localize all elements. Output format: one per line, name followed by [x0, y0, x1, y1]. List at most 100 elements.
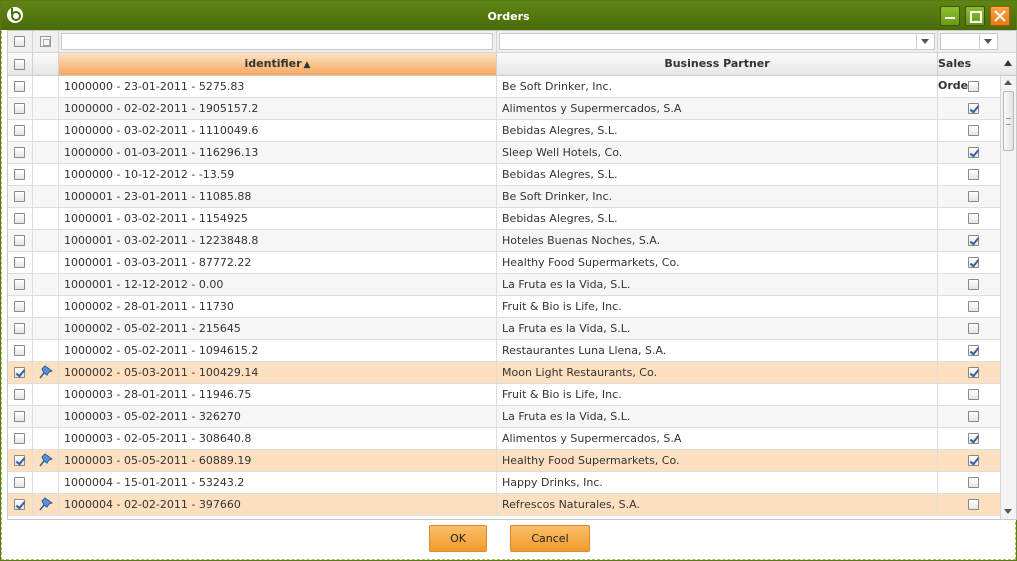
row-select-checkbox[interactable]: [14, 367, 25, 378]
row-select-checkbox[interactable]: [14, 235, 25, 246]
row-select-checkbox[interactable]: [14, 345, 25, 356]
table-row[interactable]: 1000000 - 23-01-2011 - 5275.83 Be Soft Dr…: [8, 76, 1000, 98]
table-row[interactable]: 1000004 - 02-02-2011 - 397660 Refrescos N…: [8, 494, 1000, 516]
filter-options-icon[interactable]: [40, 36, 51, 47]
sales-order-checkbox[interactable]: [968, 103, 979, 114]
row-select-checkbox[interactable]: [14, 213, 25, 224]
table-row[interactable]: 1000002 - 05-02-2011 - 1094615.2 Restaura…: [8, 340, 1000, 362]
row-select-checkbox[interactable]: [14, 279, 25, 290]
table-row[interactable]: 1000000 - 01-03-2011 - 116296.13 Sleep We…: [8, 142, 1000, 164]
row-select-checkbox[interactable]: [14, 169, 25, 180]
table-row[interactable]: 1000001 - 23-01-2011 - 11085.88 Be Soft D…: [8, 186, 1000, 208]
row-select-cell: [8, 296, 33, 317]
business-partner-cell: Be Soft Drinker, Inc.: [497, 186, 938, 207]
table-row[interactable]: 1000000 - 10-12-2012 - -13.59 Bebidas Ale…: [8, 164, 1000, 186]
business-partner-cell: Fruit & Bio is Life, Inc.: [497, 384, 938, 405]
close-button[interactable]: [990, 6, 1010, 26]
sales-order-checkbox[interactable]: [968, 81, 979, 92]
row-select-checkbox[interactable]: [14, 81, 25, 92]
sales-order-filter-dropdown-icon[interactable]: [979, 33, 996, 50]
ok-button[interactable]: OK: [429, 525, 487, 552]
row-select-checkbox[interactable]: [14, 323, 25, 334]
sales-order-checkbox[interactable]: [968, 499, 979, 510]
sales-order-checkbox[interactable]: [968, 147, 979, 158]
vertical-scrollbar[interactable]: [1000, 76, 1016, 519]
sales-order-checkbox[interactable]: [968, 125, 979, 136]
row-pin-cell: [33, 252, 59, 273]
business-partner-filter-dropdown-icon[interactable]: [916, 33, 933, 50]
table-row[interactable]: 1000001 - 12-12-2012 - 0.00 La Fruta es l…: [8, 274, 1000, 296]
sales-order-checkbox[interactable]: [968, 257, 979, 268]
table-row[interactable]: 1000000 - 02-02-2011 - 1905157.2 Alimento…: [8, 98, 1000, 120]
pin-icon[interactable]: [38, 365, 54, 379]
row-select-checkbox[interactable]: [14, 455, 25, 466]
pin-icon[interactable]: [38, 497, 54, 511]
table-row[interactable]: 1000002 - 05-03-2011 - 100429.14 Moon Lig…: [8, 362, 1000, 384]
sales-order-checkbox[interactable]: [968, 191, 979, 202]
sales-order-checkbox[interactable]: [968, 367, 979, 378]
column-header-sales-order[interactable]: Sales Order: [938, 53, 1000, 92]
pin-icon[interactable]: [38, 453, 54, 467]
row-select-checkbox[interactable]: [14, 125, 25, 136]
row-select-checkbox[interactable]: [14, 499, 25, 510]
identifier-cell: 1000004 - 02-02-2011 - 397660: [59, 494, 497, 515]
business-partner-cell: La Fruta es la Vida, S.L.: [497, 274, 938, 295]
table-row[interactable]: 1000000 - 03-02-2011 - 1110049.6 Bebidas …: [8, 120, 1000, 142]
sales-order-checkbox[interactable]: [968, 455, 979, 466]
row-select-checkbox[interactable]: [14, 191, 25, 202]
business-partner-header-label: Business Partner: [664, 57, 770, 70]
sales-order-checkbox[interactable]: [968, 169, 979, 180]
table-row[interactable]: 1000003 - 28-01-2011 - 11946.75 Fruit & B…: [8, 384, 1000, 406]
table-row[interactable]: 1000003 - 05-02-2011 - 326270 La Fruta es…: [8, 406, 1000, 428]
table-row[interactable]: 1000002 - 05-02-2011 - 215645 La Fruta es…: [8, 318, 1000, 340]
row-select-checkbox[interactable]: [14, 103, 25, 114]
row-select-checkbox[interactable]: [14, 257, 25, 268]
sales-order-checkbox[interactable]: [968, 345, 979, 356]
row-select-cell: [8, 208, 33, 229]
sales-order-checkbox[interactable]: [968, 411, 979, 422]
column-header-business-partner[interactable]: Business Partner: [497, 53, 938, 75]
table-row[interactable]: 1000002 - 28-01-2011 - 11730 Fruit & Bio …: [8, 296, 1000, 318]
row-select-checkbox[interactable]: [14, 411, 25, 422]
identifier-cell: 1000000 - 01-03-2011 - 116296.13: [59, 142, 497, 163]
filter-checkbox[interactable]: [14, 36, 25, 47]
scroll-up-icon[interactable]: [1004, 80, 1012, 85]
cancel-button[interactable]: Cancel: [510, 525, 590, 552]
sales-order-checkbox[interactable]: [968, 433, 979, 444]
row-select-checkbox[interactable]: [14, 477, 25, 488]
select-all-checkbox[interactable]: [14, 59, 25, 70]
identifier-cell: 1000000 - 02-02-2011 - 1905157.2: [59, 98, 497, 119]
maximize-button[interactable]: [965, 6, 985, 26]
table-row[interactable]: 1000001 - 03-02-2011 - 1223848.8 Hoteles …: [8, 230, 1000, 252]
sales-order-checkbox[interactable]: [968, 213, 979, 224]
table-row[interactable]: 1000004 - 15-01-2011 - 53243.2 Happy Drin…: [8, 472, 1000, 494]
business-partner-filter-input[interactable]: [499, 33, 935, 50]
sales-order-checkbox[interactable]: [968, 235, 979, 246]
sales-order-checkbox[interactable]: [968, 477, 979, 488]
column-header-identifier[interactable]: identifier: [59, 53, 497, 75]
sales-order-filter-cell: [938, 31, 1000, 52]
table-row[interactable]: 1000001 - 03-03-2011 - 87772.22 Healthy F…: [8, 252, 1000, 274]
row-select-checkbox[interactable]: [14, 147, 25, 158]
table-row[interactable]: 1000001 - 03-02-2011 - 1154925 Bebidas Al…: [8, 208, 1000, 230]
row-select-checkbox[interactable]: [14, 301, 25, 312]
sales-order-checkbox[interactable]: [968, 323, 979, 334]
scroll-down-icon[interactable]: [1004, 509, 1012, 514]
scroll-thumb[interactable]: [1003, 91, 1014, 151]
identifier-header-label: identifier: [245, 57, 311, 70]
sales-order-checkbox[interactable]: [968, 301, 979, 312]
row-select-checkbox[interactable]: [14, 389, 25, 400]
row-select-cell: [8, 98, 33, 119]
header-scroll-up-icon[interactable]: [1004, 60, 1012, 66]
table-row[interactable]: 1000003 - 05-05-2011 - 60889.19 Healthy F…: [8, 450, 1000, 472]
table-row[interactable]: 1000003 - 02-05-2011 - 308640.8 Alimentos…: [8, 428, 1000, 450]
identifier-filter-input[interactable]: [61, 33, 493, 50]
sales-order-checkbox[interactable]: [968, 279, 979, 290]
identifier-cell: 1000000 - 10-12-2012 - -13.59: [59, 164, 497, 185]
minimize-button[interactable]: [940, 6, 960, 26]
sales-order-checkbox[interactable]: [968, 389, 979, 400]
row-select-checkbox[interactable]: [14, 433, 25, 444]
title-bar[interactable]: Orders: [1, 1, 1016, 30]
row-select-cell: [8, 252, 33, 273]
row-select-cell: [8, 494, 33, 515]
